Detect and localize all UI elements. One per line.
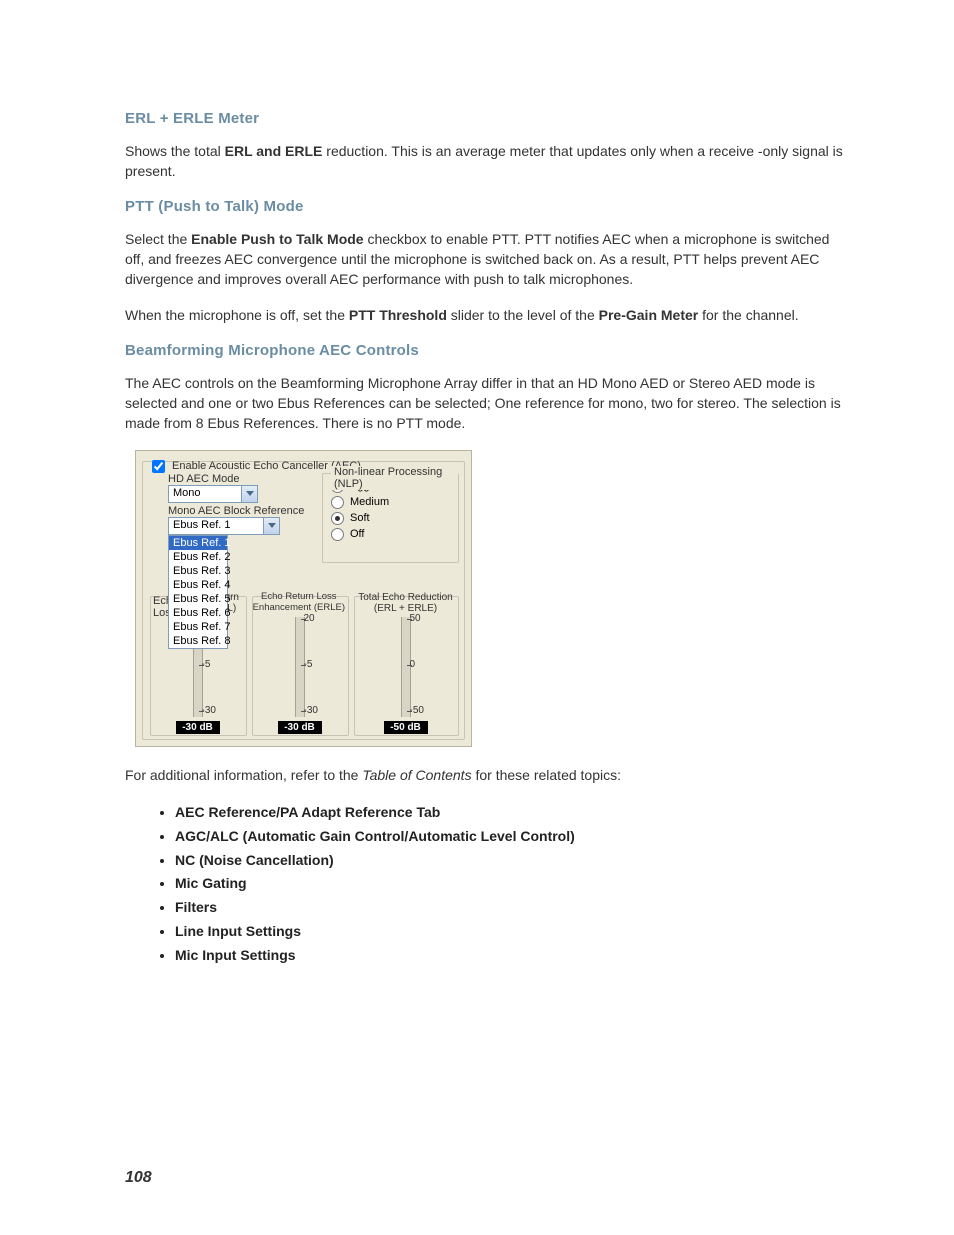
text-bold: PTT Threshold: [349, 307, 447, 323]
paragraph-additional-info: For additional information, refer to the…: [125, 765, 844, 785]
chevron-down-icon: [241, 486, 257, 502]
dropdown-option[interactable]: Ebus Ref. 1: [169, 536, 227, 550]
meter-tick: 0: [410, 659, 440, 670]
erle-meter: Echo Return Loss Enhancement (ERLE) 20 -…: [252, 591, 347, 734]
text-bold: Enable Push to Talk Mode: [191, 231, 363, 247]
paragraph-beamforming: The AEC controls on the Beamforming Micr…: [125, 373, 844, 434]
dropdown-option[interactable]: Ebus Ref. 7: [169, 620, 227, 634]
related-topics-list: AEC Reference/PA Adapt Reference Tab AGC…: [165, 801, 844, 968]
dropdown-option[interactable]: Ebus Ref. 8: [169, 634, 227, 648]
aec-block-ref-value: Ebus Ref. 1: [173, 519, 230, 531]
meter-tick: -50: [410, 705, 440, 716]
text: for these related topics:: [472, 767, 621, 783]
meter-tick: 50: [410, 613, 440, 624]
text-italic: Table of Contents: [362, 767, 471, 783]
heading-erl-erle-meter: ERL + ERLE Meter: [125, 110, 844, 127]
dropdown-option[interactable]: Ebus Ref. 2: [169, 550, 227, 564]
hd-aec-mode-select[interactable]: Mono: [168, 485, 258, 503]
list-item: NC (Noise Cancellation): [175, 849, 844, 873]
total-meter-title: Total Echo Reduction (ERL + ERLE): [354, 591, 457, 615]
text: slider to the level of the: [447, 307, 599, 323]
page-number: 108: [125, 1169, 152, 1187]
heading-beamforming: Beamforming Microphone AEC Controls: [125, 342, 844, 359]
meter-tick: -5: [202, 659, 232, 670]
dropdown-option[interactable]: Ebus Ref. 5: [169, 592, 227, 606]
list-item: AGC/ALC (Automatic Gain Control/Automati…: [175, 825, 844, 849]
hd-aec-mode-label: HD AEC Mode: [168, 473, 240, 485]
aec-block-ref-label: Mono AEC Block Reference: [168, 505, 304, 517]
heading-ptt-mode: PTT (Push to Talk) Mode: [125, 198, 844, 215]
nlp-option-label: Off: [350, 528, 364, 540]
text: When the microphone is off, set the: [125, 307, 349, 323]
paragraph-erl-erle: Shows the total ERL and ERLE reduction. …: [125, 141, 844, 182]
aec-block-ref-dropdown[interactable]: Ebus Ref. 1 Ebus Ref. 2 Ebus Ref. 3 Ebus…: [168, 535, 228, 649]
text-bold: ERL and ERLE: [225, 143, 323, 159]
total-echo-reduction-meter: Total Echo Reduction (ERL + ERLE) 50 0 -…: [354, 591, 457, 734]
aec-block-ref-select[interactable]: Ebus Ref. 1: [168, 517, 280, 535]
nlp-group: Non-linear Processing (NLP) Aggressive M…: [322, 473, 459, 563]
radio-icon: [331, 496, 344, 509]
meter-tick: -30: [304, 705, 334, 716]
dropdown-option[interactable]: Ebus Ref. 3: [169, 564, 227, 578]
text: for the channel.: [698, 307, 798, 323]
nlp-option-medium[interactable]: Medium: [331, 496, 458, 509]
list-item: Mic Input Settings: [175, 944, 844, 968]
dropdown-option[interactable]: Ebus Ref. 6: [169, 606, 227, 620]
nlp-option-label: Medium: [350, 496, 389, 508]
text: For additional information, refer to the: [125, 767, 362, 783]
text-bold: Pre-Gain Meter: [599, 307, 699, 323]
dropdown-option[interactable]: Ebus Ref. 4: [169, 578, 227, 592]
paragraph-ptt-1: Select the Enable Push to Talk Mode chec…: [125, 229, 844, 290]
nlp-group-label: Non-linear Processing (NLP): [331, 466, 458, 490]
aec-panel: Enable Acoustic Echo Canceller (AEC) HD …: [135, 450, 472, 747]
text: Select the: [125, 231, 191, 247]
paragraph-ptt-2: When the microphone is off, set the PTT …: [125, 305, 844, 325]
text: Shows the total: [125, 143, 225, 159]
erle-meter-value: -30 dB: [278, 721, 322, 734]
nlp-option-label: Soft: [350, 512, 370, 524]
list-item: AEC Reference/PA Adapt Reference Tab: [175, 801, 844, 825]
total-meter-value: -50 dB: [384, 721, 428, 734]
radio-icon: [331, 528, 344, 541]
erle-meter-title: Echo Return Loss Enhancement (ERLE): [252, 591, 347, 615]
list-item: Filters: [175, 896, 844, 920]
meter-track: 20 -5 -30: [295, 617, 305, 717]
nlp-option-soft[interactable]: Soft: [331, 512, 458, 525]
hd-aec-mode-value: Mono: [173, 487, 201, 499]
radio-icon: [331, 512, 344, 525]
meter-tick: -30: [202, 705, 232, 716]
list-item: Mic Gating: [175, 872, 844, 896]
enable-aec-input[interactable]: [152, 460, 165, 473]
meter-tick: -5: [304, 659, 334, 670]
meter-track: 50 0 -50: [401, 617, 411, 717]
chevron-down-icon: [263, 518, 279, 534]
meter-tick: 20: [304, 613, 334, 624]
nlp-option-off[interactable]: Off: [331, 528, 458, 541]
list-item: Line Input Settings: [175, 920, 844, 944]
erl-meter-value: -30 dB: [176, 721, 220, 734]
